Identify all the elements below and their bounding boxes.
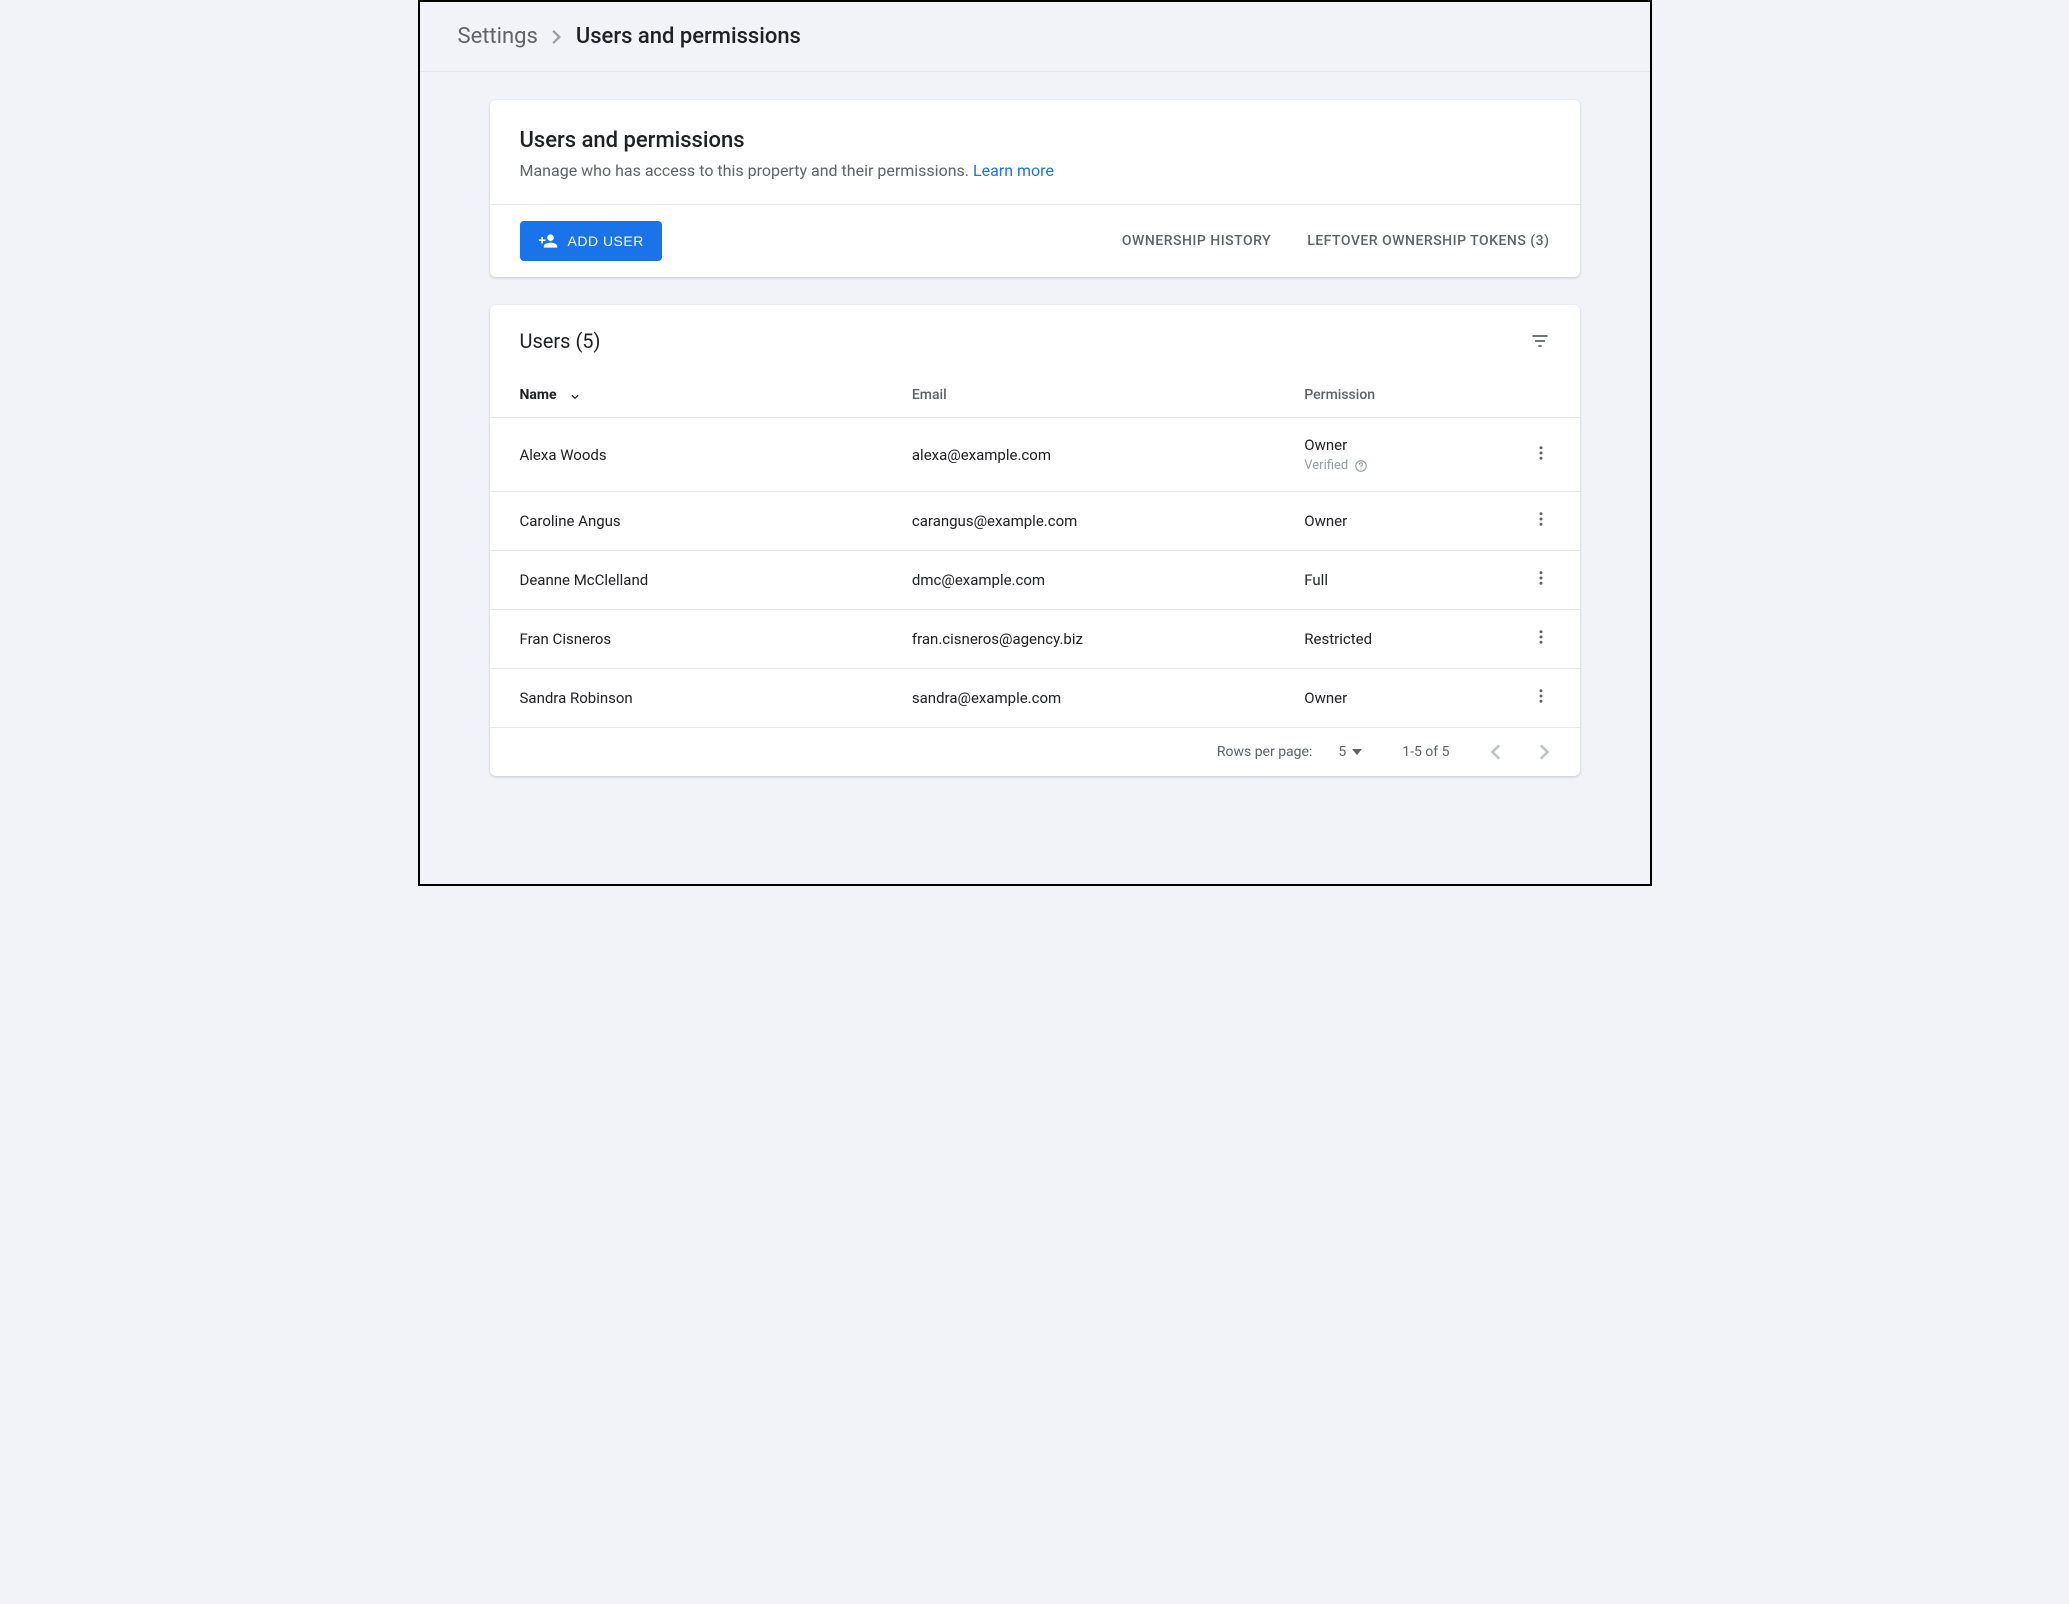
table-row: Sandra Robinsonsandra@example.com Owner — [490, 669, 1580, 728]
permission-value: Restricted — [1304, 630, 1462, 648]
permission-value: Owner — [1304, 436, 1462, 454]
rows-per-page-value: 5 — [1338, 744, 1346, 760]
permission-value: Owner — [1304, 512, 1462, 530]
column-name-label: Name — [520, 387, 557, 403]
subtitle-text: Manage who has access to this property a… — [520, 161, 970, 180]
column-header-email[interactable]: Email — [882, 373, 1274, 418]
add-user-button[interactable]: ADD USER — [520, 221, 662, 261]
prev-page-button[interactable] — [1490, 744, 1500, 760]
cell-email: carangus@example.com — [882, 492, 1274, 551]
add-user-label: ADD USER — [568, 233, 644, 249]
help-icon[interactable] — [1354, 459, 1368, 473]
permission-value: Full — [1304, 571, 1462, 589]
rows-per-page-select[interactable]: 5 — [1338, 744, 1362, 760]
more-vert-icon[interactable] — [1532, 444, 1550, 462]
arrow-down-icon — [568, 388, 582, 402]
cell-actions — [1492, 610, 1579, 669]
rows-per-page-label: Rows per page: — [1217, 744, 1312, 760]
more-vert-icon[interactable] — [1532, 687, 1550, 705]
cell-name: Deanne McClelland — [490, 551, 882, 610]
filter-icon[interactable] — [1530, 331, 1550, 351]
breadcrumb-root[interactable]: Settings — [458, 24, 538, 49]
table-pagination: Rows per page: 5 1-5 of 5 — [490, 728, 1580, 776]
column-header-name[interactable]: Name — [490, 373, 882, 418]
verified-label: Verified — [1304, 458, 1348, 473]
cell-permission: Restricted — [1274, 610, 1492, 669]
ownership-history-link[interactable]: OWNERSHIP HISTORY — [1122, 233, 1271, 249]
cell-actions — [1492, 492, 1579, 551]
page-title: Users and permissions — [520, 128, 1550, 153]
cell-permission: Full — [1274, 551, 1492, 610]
cell-name: Fran Cisneros — [490, 610, 882, 669]
cell-email: fran.cisneros@agency.biz — [882, 610, 1274, 669]
cell-actions — [1492, 669, 1579, 728]
cell-name: Sandra Robinson — [490, 669, 882, 728]
cell-permission: Owner — [1274, 669, 1492, 728]
person-add-icon — [538, 231, 558, 251]
dropdown-arrow-icon — [1352, 749, 1362, 755]
page-subtitle: Manage who has access to this property a… — [520, 161, 1550, 180]
users-section-title: Users (5) — [520, 329, 601, 353]
cell-actions — [1492, 551, 1579, 610]
cell-permission: Owner Verified — [1274, 418, 1492, 492]
learn-more-link[interactable]: Learn more — [973, 161, 1054, 180]
table-row: Deanne McClellanddmc@example.com Full — [490, 551, 1580, 610]
breadcrumb: Settings Users and permissions — [420, 2, 1650, 72]
more-vert-icon[interactable] — [1532, 628, 1550, 646]
cell-name: Alexa Woods — [490, 418, 882, 492]
column-header-permission[interactable]: Permission — [1274, 373, 1492, 418]
next-page-button[interactable] — [1540, 744, 1550, 760]
chevron-right-icon — [552, 30, 562, 44]
table-row: Caroline Anguscarangus@example.com Owner — [490, 492, 1580, 551]
cell-permission: Owner — [1274, 492, 1492, 551]
leftover-tokens-link[interactable]: LEFTOVER OWNERSHIP TOKENS (3) — [1307, 233, 1549, 249]
table-row: Fran Cisnerosfran.cisneros@agency.biz Res… — [490, 610, 1580, 669]
pagination-range: 1-5 of 5 — [1402, 744, 1449, 760]
more-vert-icon[interactable] — [1532, 510, 1550, 528]
permission-value: Owner — [1304, 689, 1462, 707]
users-card: Users (5) Name Email Perm — [490, 305, 1580, 776]
cell-name: Caroline Angus — [490, 492, 882, 551]
breadcrumb-current: Users and permissions — [576, 24, 801, 49]
more-vert-icon[interactable] — [1532, 569, 1550, 587]
cell-email: sandra@example.com — [882, 669, 1274, 728]
cell-email: dmc@example.com — [882, 551, 1274, 610]
cell-actions — [1492, 418, 1579, 492]
verified-badge: Verified — [1304, 458, 1462, 473]
table-row: Alexa Woodsalexa@example.com Owner Verifie… — [490, 418, 1580, 492]
cell-email: alexa@example.com — [882, 418, 1274, 492]
intro-card: Users and permissions Manage who has acc… — [490, 100, 1580, 277]
users-table: Name Email Permission Alexa Woodsalexa@e… — [490, 373, 1580, 728]
